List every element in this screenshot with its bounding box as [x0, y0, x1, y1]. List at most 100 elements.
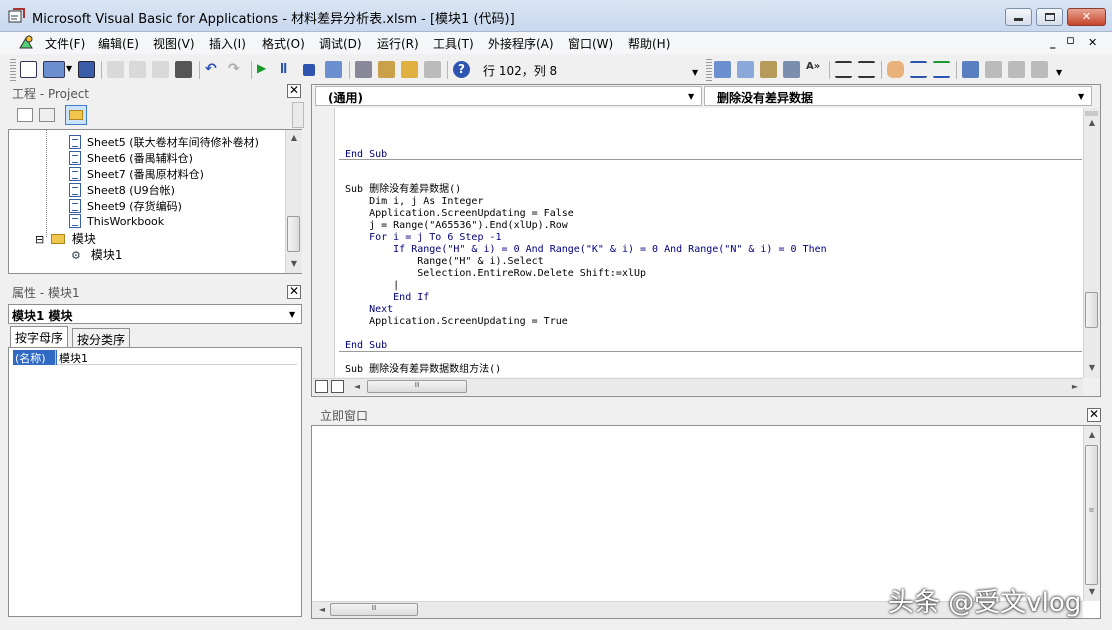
comment-block-icon[interactable] [910, 61, 927, 78]
code-line[interactable]: Next [345, 304, 393, 316]
scroll-thumb[interactable]: Ⅲ [330, 603, 418, 616]
scroll-thumb[interactable]: Ⅲ [367, 380, 467, 393]
scroll-down-icon[interactable]: ▼ [1084, 363, 1100, 372]
toggle-bookmark-icon[interactable] [962, 61, 979, 78]
maximize-button[interactable] [1036, 8, 1063, 26]
redo-icon[interactable]: ↷ [228, 61, 245, 78]
menu-debug[interactable]: 调试(D) [319, 35, 362, 52]
code-line[interactable]: Application.ScreenUpdating = True [345, 316, 568, 328]
properties-object-select[interactable]: 模块1 模块 ▼ [8, 304, 302, 324]
parameter-info-icon[interactable] [783, 61, 800, 78]
scroll-thumb[interactable] [1085, 292, 1098, 328]
project-close-button[interactable]: ✕ [287, 84, 301, 98]
tree-item-module1[interactable]: ⚙ 模块1 [71, 246, 122, 262]
code-line[interactable]: Sub 删除没有差异数据数组方法() [345, 364, 501, 376]
tab-alphabetic[interactable]: 按字母序 [10, 326, 69, 348]
view-excel-icon[interactable] [20, 61, 37, 78]
tab-categorized[interactable]: 按分类序 [72, 328, 131, 348]
menu-insert[interactable]: 插入(I) [209, 35, 246, 52]
menu-window[interactable]: 窗口(W) [568, 35, 613, 52]
copy-icon[interactable] [129, 61, 146, 78]
project-tree-scrollbar[interactable]: ▲ ▼ [285, 130, 302, 273]
help-icon[interactable]: ? [453, 61, 470, 78]
scroll-left-icon[interactable]: ◄ [349, 382, 365, 391]
project-explorer-icon[interactable] [355, 61, 372, 78]
immediate-close-button[interactable]: ✕ [1087, 408, 1101, 422]
scroll-down-icon[interactable]: ▼ [286, 259, 302, 268]
vba-menu-icon[interactable] [18, 34, 34, 50]
scroll-up-icon[interactable]: ▲ [286, 133, 302, 142]
run-icon[interactable]: ▶ [257, 61, 274, 78]
reset-icon[interactable] [303, 64, 315, 76]
code-line[interactable]: Range("H" & i).Select [345, 256, 543, 268]
toolbar-grip[interactable] [10, 59, 16, 81]
menu-edit[interactable]: 编辑(E) [98, 35, 139, 52]
view-object-icon[interactable] [39, 108, 55, 122]
code-line[interactable]: Sub 删除没有差异数据() [345, 184, 461, 196]
menu-format[interactable]: 格式(O) [262, 35, 305, 52]
code-line[interactable]: j = Range("A65536").End(xlUp).Row [345, 220, 568, 232]
code-line[interactable]: If Range("H" & i) = 0 And Range("K" & i)… [345, 244, 826, 256]
menu-run[interactable]: 运行(R) [377, 35, 419, 52]
code-line[interactable]: Selection.EntireRow.Delete Shift:=xlUp [345, 268, 646, 280]
tree-folder-modules[interactable]: ⊟ 模块 [35, 230, 96, 246]
insert-dropdown-icon[interactable]: ▼ [66, 64, 72, 73]
outdent-icon[interactable] [858, 61, 875, 78]
menu-addins[interactable]: 外接程序(A) [488, 35, 554, 52]
property-name-value[interactable]: 模块1 [57, 350, 297, 365]
properties-window-icon[interactable] [378, 61, 395, 78]
property-name-key[interactable]: (名称) [13, 350, 57, 365]
tree-item-sheet6[interactable]: Sheet6 (番禺辅料仓) [69, 150, 193, 166]
tree-item-sheet8[interactable]: Sheet8 (U9台帐) [69, 182, 175, 198]
code-horizontal-scrollbar[interactable]: ◄ Ⅲ ► [313, 378, 1083, 395]
object-combo[interactable]: (通用) ▼ [315, 86, 702, 106]
scroll-down-icon[interactable]: ▼ [1084, 587, 1100, 596]
scroll-right-icon[interactable]: ► [1067, 382, 1083, 391]
cut-icon[interactable] [107, 61, 124, 78]
edit-toolbar-overflow-icon[interactable]: ▼ [1056, 68, 1062, 77]
toolbar-overflow-icon[interactable]: ▼ [692, 68, 698, 77]
mdi-minimize-button[interactable]: _ [1050, 36, 1056, 49]
paste-icon[interactable] [152, 61, 169, 78]
break-icon[interactable]: ǁ [280, 61, 297, 78]
project-toolbar-scroll[interactable] [292, 102, 304, 128]
code-line[interactable]: End If [345, 292, 429, 304]
edit-toolbar-grip[interactable] [706, 59, 712, 81]
design-mode-icon[interactable] [325, 61, 342, 78]
menu-file[interactable]: 文件(F) [45, 35, 85, 52]
procedure-combo[interactable]: 删除没有差异数据 ▼ [704, 86, 1092, 106]
close-button[interactable]: ✕ [1067, 8, 1106, 26]
scroll-up-icon[interactable]: ▲ [1084, 430, 1100, 439]
code-line[interactable]: Dim i, j As Integer [345, 196, 483, 208]
scroll-thumb[interactable] [287, 216, 300, 252]
scroll-left-icon[interactable]: ◄ [314, 605, 330, 614]
properties-close-button[interactable]: ✕ [287, 285, 301, 299]
menu-view[interactable]: 视图(V) [153, 35, 195, 52]
view-code-icon[interactable] [17, 108, 33, 122]
mdi-close-button[interactable]: ✕ [1088, 36, 1097, 49]
scroll-thumb[interactable]: ≡ [1085, 445, 1098, 585]
uncomment-block-icon[interactable] [933, 61, 950, 78]
previous-bookmark-icon[interactable] [1008, 61, 1025, 78]
code-line[interactable]: Application.ScreenUpdating = False [345, 208, 574, 220]
undo-icon[interactable]: ↶ [205, 61, 222, 78]
tree-item-thisworkbook[interactable]: ThisWorkbook [69, 214, 164, 230]
toggle-folders-button[interactable] [65, 105, 87, 125]
split-bar[interactable] [1085, 111, 1098, 116]
minimize-button[interactable] [1005, 8, 1032, 26]
code-vertical-scrollbar[interactable]: ▲ ▼ [1083, 108, 1100, 378]
save-icon[interactable] [78, 61, 95, 78]
mdi-restore-button[interactable]: ▫ [1066, 33, 1075, 48]
scroll-up-icon[interactable]: ▲ [1084, 118, 1100, 127]
tree-item-sheet5[interactable]: Sheet5 (联大卷材车间待修补卷材) [69, 134, 259, 150]
clear-bookmarks-icon[interactable] [1031, 61, 1048, 78]
complete-word-icon[interactable]: A» [806, 61, 823, 78]
tree-item-sheet7[interactable]: Sheet7 (番禺原材料仓) [69, 166, 204, 182]
toggle-breakpoint-icon[interactable] [887, 61, 904, 78]
insert-module-icon[interactable] [43, 61, 65, 78]
list-constants-icon[interactable] [737, 61, 754, 78]
code-line[interactable]: For i = j To 6 Step -1 [345, 232, 501, 244]
find-icon[interactable] [175, 61, 192, 78]
toolbox-icon[interactable] [424, 61, 441, 78]
object-browser-icon[interactable] [401, 61, 418, 78]
